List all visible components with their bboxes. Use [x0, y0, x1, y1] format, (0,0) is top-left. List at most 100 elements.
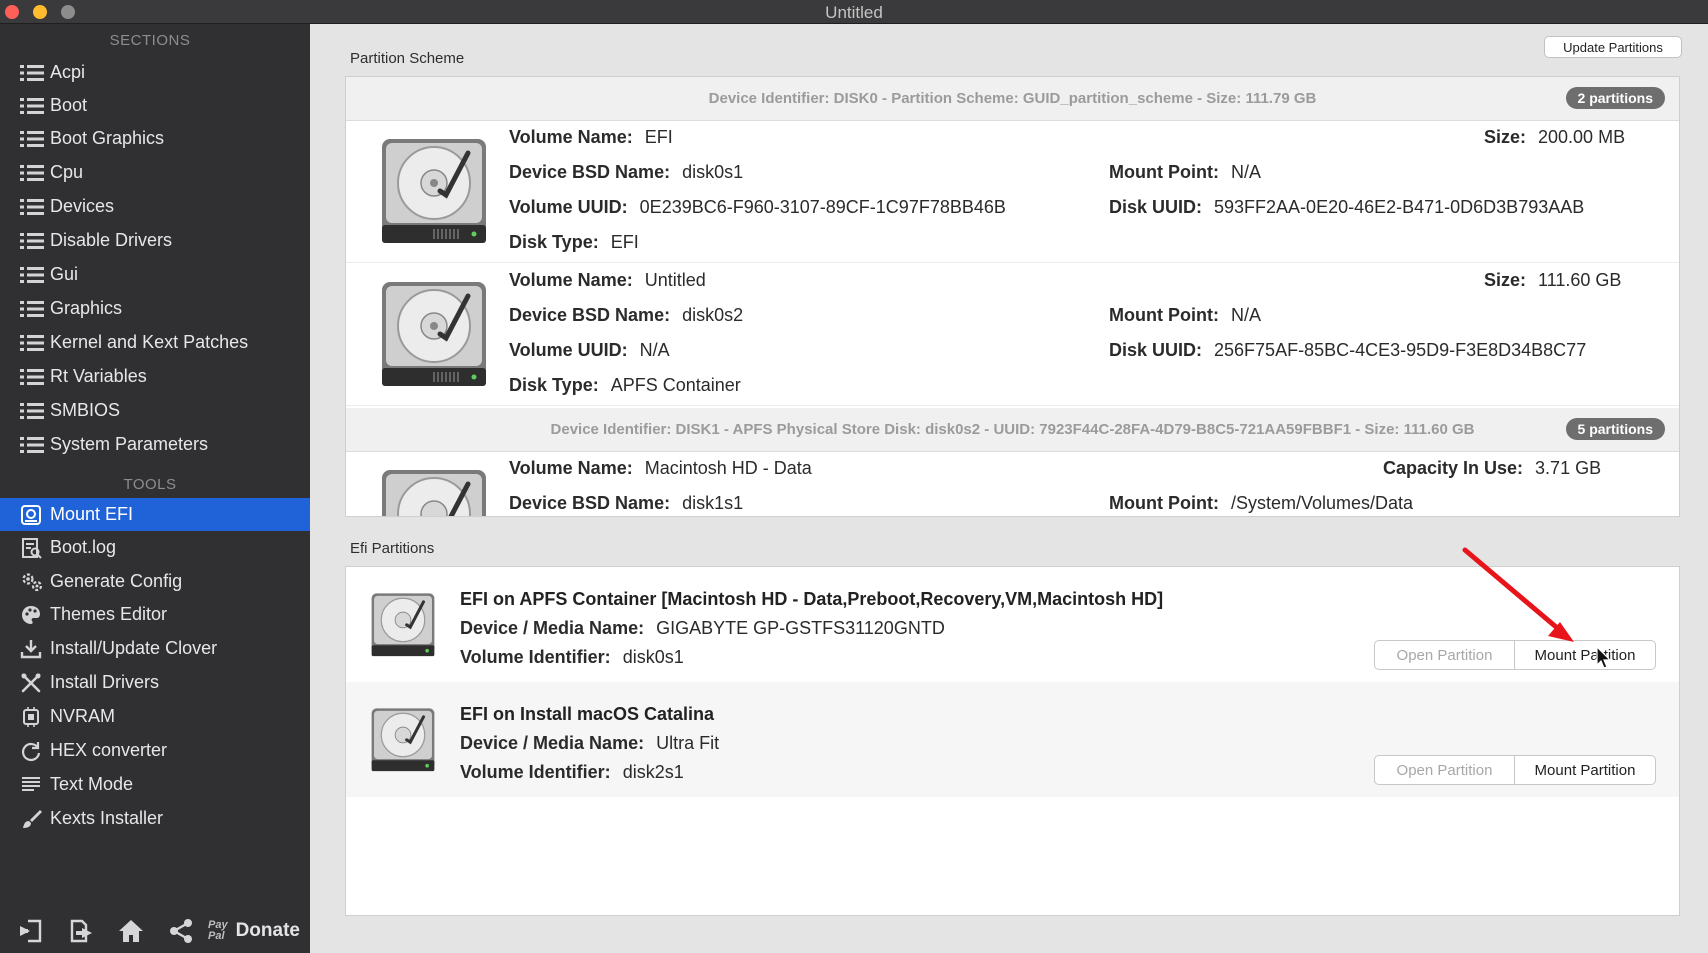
mount-point-field: Mount Point: N/A — [1109, 162, 1261, 183]
list-icon — [20, 366, 50, 388]
field-label: Device / Media Name: — [460, 618, 645, 638]
field-value: N/A — [1230, 305, 1261, 325]
field-label: Device BSD Name: — [509, 305, 671, 325]
mouse-cursor-icon — [1596, 646, 1612, 669]
field-value: disk0s1 — [622, 647, 684, 667]
field-label: Disk UUID: — [1109, 340, 1203, 360]
media-name-field: Device / Media Name: GIGABYTE GP-GSTFS311… — [460, 618, 945, 639]
download-icon — [20, 638, 50, 660]
sidebar-item-label: Themes Editor — [50, 604, 168, 624]
mount-partition-button[interactable]: Mount Partition — [1515, 756, 1655, 784]
field-value: Macintosh HD - Data — [644, 458, 812, 478]
sidebar-item-devices[interactable]: Devices — [0, 190, 310, 223]
field-value: EFI — [610, 232, 639, 252]
field-value: APFS Container — [610, 375, 741, 395]
sections-heading: SECTIONS — [109, 32, 191, 49]
sidebar-item-kexts-installer[interactable]: Kexts Installer — [0, 802, 310, 835]
sidebar-item-graphics[interactable]: Graphics — [0, 292, 310, 325]
field-label: Volume Name: — [509, 270, 633, 290]
sidebar-item-boot-graphics[interactable]: Boot Graphics — [0, 122, 310, 155]
partition-scheme-panel[interactable]: Device Identifier: DISK0 - Partition Sch… — [345, 76, 1680, 517]
sidebar-item-mount-efi[interactable]: Mount EFI — [0, 498, 310, 531]
list-icon — [20, 62, 50, 84]
efi-partition-row[interactable]: EFI on APFS Container [Macintosh HD - Da… — [346, 567, 1679, 682]
volume-name-field: Volume Name: Macintosh HD - Data — [509, 458, 812, 479]
disk-type-field: Disk Type: APFS Container — [509, 375, 741, 396]
field-label: Size: — [1484, 127, 1527, 147]
sidebar-item-disable-drivers[interactable]: Disable Drivers — [0, 224, 310, 257]
sidebar-item-cpu[interactable]: Cpu — [0, 156, 310, 189]
sidebar-item-label: Cpu — [50, 162, 84, 182]
sidebar-item-install-drivers[interactable]: Install Drivers — [0, 666, 310, 699]
sidebar-item-gui[interactable]: Gui — [0, 258, 310, 291]
open-partition-button[interactable]: Open Partition — [1375, 641, 1515, 669]
field-label: Disk Type: — [509, 232, 599, 252]
field-value: Untitled — [644, 270, 706, 290]
sidebar-item-themes-editor[interactable]: Themes Editor — [0, 598, 310, 631]
import-icon[interactable] — [6, 911, 56, 951]
field-label: Device / Media Name: — [460, 733, 645, 753]
home-icon[interactable] — [106, 911, 156, 951]
list-icon — [20, 264, 50, 286]
sidebar-item-label: Devices — [50, 196, 115, 216]
mount-point-field: Mount Point: N/A — [1109, 305, 1261, 326]
field-label: Volume UUID: — [509, 197, 628, 217]
sidebar-item-label: Text Mode — [50, 774, 134, 794]
capacity-in-use-field: Capacity In Use: 3.71 GB — [1383, 458, 1601, 479]
efi-partition-row[interactable]: EFI on Install macOS Catalina Device / M… — [346, 682, 1679, 797]
size-field: Size: 111.60 GB — [1484, 270, 1621, 291]
sidebar-item-install-update-clover[interactable]: Install/Update Clover — [0, 632, 310, 665]
gears-icon — [20, 571, 50, 593]
partition-row[interactable]: Volume Name: Macintosh HD - Data Capacity… — [346, 452, 1679, 516]
field-label: Volume Name: — [509, 458, 633, 478]
field-label: Size: — [1484, 270, 1527, 290]
hard-drive-icon — [371, 708, 435, 772]
sidebar-item-boot-log[interactable]: Boot.log — [0, 531, 310, 564]
field-label: Mount Point: — [1109, 493, 1219, 513]
update-partitions-button[interactable]: Update Partitions — [1544, 36, 1682, 58]
sidebar-item-nvram[interactable]: NVRAM — [0, 700, 310, 733]
sidebar: SECTIONS Acpi Boot Boot Graphics Cpu Dev… — [0, 24, 310, 953]
size-field: Size: 200.00 MB — [1484, 127, 1625, 148]
sidebar-item-label: Mount EFI — [50, 504, 134, 524]
sidebar-item-label: Kexts Installer — [50, 808, 164, 828]
open-partition-button[interactable]: Open Partition — [1375, 756, 1515, 784]
sidebar-item-rt-variables[interactable]: Rt Variables — [0, 360, 310, 393]
field-value: 0E239BC6-F960-3107-89CF-1C97F78BB46B — [639, 197, 1006, 217]
sidebar-item-label: HEX converter — [50, 740, 168, 760]
field-value: 256F75AF-85BC-4CE3-95D9-F3E8D34B8C77 — [1214, 340, 1587, 360]
efi-partitions-panel[interactable]: EFI on APFS Container [Macintosh HD - Da… — [345, 566, 1680, 916]
sidebar-item-label: Disable Drivers — [50, 230, 173, 250]
field-label: Volume Identifier: — [460, 647, 611, 667]
partition-row[interactable]: Volume Name: Untitled Size: 111.60 GB Devi… — [346, 264, 1679, 406]
partition-row[interactable]: Volume Name: EFI Size: 200.00 MB Device BS… — [346, 121, 1679, 263]
refresh-icon — [20, 740, 50, 762]
export-icon[interactable] — [56, 911, 106, 951]
device-header: Device Identifier: DISK1 - APFS Physical… — [346, 408, 1679, 452]
partition-count-badge: 5 partitions — [1565, 418, 1665, 440]
field-label: Capacity In Use: — [1383, 458, 1524, 478]
donate-button[interactable]: Pay Pal Donate — [208, 920, 300, 942]
palette-icon — [20, 604, 50, 626]
sidebar-item-generate-config[interactable]: Generate Config — [0, 565, 310, 598]
share-icon[interactable] — [156, 911, 206, 951]
sidebar-item-hex-converter[interactable]: HEX converter — [0, 734, 310, 767]
sidebar-item-boot[interactable]: Boot — [0, 89, 310, 122]
disk-uuid-field: Disk UUID: 593FF2AA-0E20-46E2-B471-0D6D3B… — [1109, 197, 1584, 218]
tools-icon — [20, 672, 50, 694]
volume-name-field: Volume Name: EFI — [509, 127, 673, 148]
sidebar-item-text-mode[interactable]: Text Mode — [0, 768, 310, 801]
mount-partition-button[interactable]: Mount Partition — [1515, 641, 1655, 669]
sidebar-item-system-parameters[interactable]: System Parameters — [0, 428, 310, 461]
sidebar-item-kernel-and-kext-patches[interactable]: Kernel and Kext Patches — [0, 326, 310, 359]
efi-partition-title: EFI on APFS Container [Macintosh HD - Da… — [460, 589, 1164, 609]
sidebar-item-label: Install/Update Clover — [50, 638, 218, 658]
sidebar-item-smbios[interactable]: SMBIOS — [0, 394, 310, 427]
hard-drive-icon — [382, 470, 486, 516]
field-value: N/A — [1230, 162, 1261, 182]
list-icon — [20, 230, 50, 252]
sidebar-item-acpi[interactable]: Acpi — [0, 56, 310, 89]
field-value: disk0s2 — [682, 305, 744, 325]
partition-actions: Open Partition Mount Partition — [1374, 755, 1656, 785]
volume-uuid-field: Volume UUID: 0E239BC6-F960-3107-89CF-1C97… — [509, 197, 1006, 218]
